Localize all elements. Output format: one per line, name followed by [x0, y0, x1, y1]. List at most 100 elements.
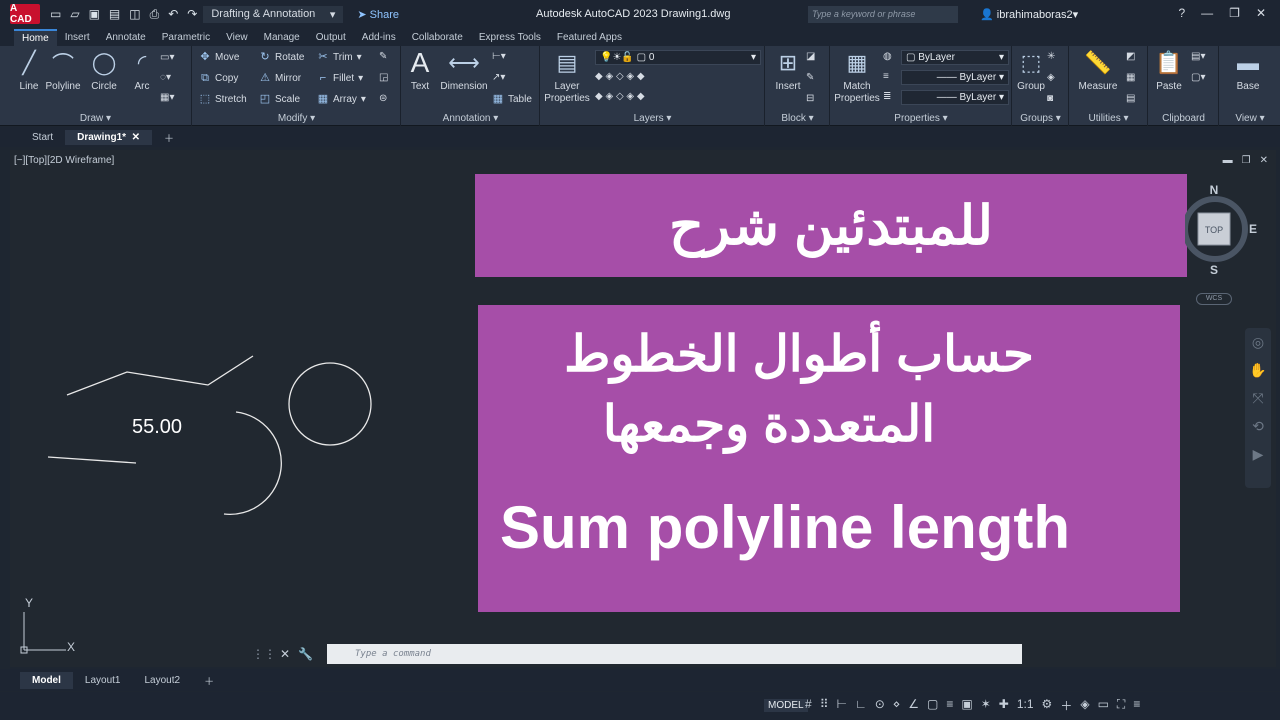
isodraft-icon[interactable]: ⋄ [893, 697, 901, 714]
help-icon[interactable]: ? [1178, 6, 1185, 20]
layer-tools-row-2[interactable]: ◆ ◈ ◇ ◈ ◆ [595, 91, 645, 102]
viewcube[interactable]: TOP N E S [1185, 182, 1260, 277]
dimension-text[interactable]: 55.00 [132, 416, 182, 438]
rectangle-icon[interactable]: ▭▾ [160, 52, 174, 63]
polar-icon[interactable]: ⊙ [875, 697, 885, 714]
redo-icon[interactable]: ↷ [187, 7, 197, 21]
tab-drawing1[interactable]: Drawing1* ✕ [65, 129, 152, 145]
quick-calc-icon[interactable]: ▦ [1126, 72, 1135, 83]
undo-icon[interactable]: ↶ [168, 7, 178, 21]
viewport-minimize-icon[interactable]: ▬ [1223, 155, 1233, 166]
web-save-icon[interactable]: ◫ [129, 7, 140, 21]
clipboard-panel-label[interactable]: Clipboard [1149, 113, 1218, 124]
fullscreen-icon[interactable]: ⛶ [1117, 697, 1125, 714]
erase-icon[interactable]: ✎ [379, 51, 387, 62]
layers-panel-label[interactable]: Layers ▾ [541, 113, 764, 124]
drawing-viewport[interactable]: [−][Top][2D Wireframe] ▬ ❐ ✕ 55.00 Y X ل… [10, 150, 1276, 667]
move-button[interactable]: ✥ Move [199, 51, 239, 63]
edit-block-icon[interactable]: ✎ [806, 72, 814, 83]
view-panel-label[interactable]: View ▾ [1220, 113, 1280, 124]
annotation-plus-icon[interactable]: ＋ [1060, 697, 1072, 714]
infer-icon[interactable]: ⊢ [836, 697, 846, 714]
select-all-icon[interactable]: ◩ [1126, 51, 1135, 62]
minimize-icon[interactable]: — [1201, 6, 1213, 20]
lineweight-dropdown[interactable]: —— ByLayer ▾ [901, 90, 1009, 105]
add-layout-icon[interactable]: ＋ [192, 670, 226, 691]
customization-icon[interactable]: ≡ [1133, 697, 1140, 714]
annotation-monitor-icon[interactable]: ✚ [999, 697, 1009, 714]
workspace-dropdown[interactable]: Drafting & Annotation ▾ [203, 5, 344, 23]
viewport-restore-icon[interactable]: ❐ [1242, 155, 1251, 166]
tab-express-tools[interactable]: Express Tools [471, 30, 549, 45]
transparency-icon[interactable]: ▣ [961, 697, 972, 714]
new-tab-icon[interactable]: ＋ [152, 128, 186, 147]
snap-icon[interactable]: ⠿ [820, 697, 829, 714]
layer-properties-button[interactable]: ▤ Layer Properties [543, 48, 591, 105]
close-tab-icon[interactable]: ✕ [132, 132, 140, 143]
print-icon[interactable]: ⎙ [150, 7, 160, 22]
tab-model[interactable]: Model [20, 671, 73, 689]
create-block-icon[interactable]: ◪ [806, 51, 815, 62]
new-icon[interactable]: ▭ [50, 7, 61, 21]
compass-e[interactable]: E [1249, 222, 1257, 236]
fillet-button[interactable]: ⌐ Fillet ▾ [317, 72, 363, 84]
offset-icon[interactable]: ⊜ [379, 93, 387, 104]
customize-icon[interactable]: 🔧 [298, 647, 313, 661]
linetype-dropdown[interactable]: —— ByLayer ▾ [901, 70, 1009, 85]
tab-output[interactable]: Output [308, 30, 354, 45]
tab-add-ins[interactable]: Add-ins [354, 30, 404, 45]
command-drag-handle[interactable]: ⋮⋮ [252, 647, 276, 661]
paste-button[interactable]: 📋 Paste [1147, 48, 1191, 92]
tab-layout1[interactable]: Layout1 [73, 672, 133, 689]
search-input[interactable]: Type a keyword or phrase [808, 6, 958, 23]
match-properties-button[interactable]: ▦ Match Properties [833, 48, 881, 105]
cut-icon[interactable]: ▤▾ [1191, 51, 1205, 62]
object-snap-tracking-icon[interactable]: ∠ [908, 697, 919, 714]
steering-wheel-icon[interactable]: ◎ [1245, 328, 1271, 356]
object-snap-icon[interactable]: ▢ [927, 697, 938, 714]
isolate-icon[interactable]: ◈ [1080, 697, 1089, 714]
stretch-button[interactable]: ⬚ Stretch [199, 93, 247, 105]
close-command-icon[interactable]: ✕ [280, 647, 290, 661]
hatch-icon[interactable]: ◌▾ [160, 72, 171, 83]
tab-insert[interactable]: Insert [57, 30, 98, 45]
groups-panel-label[interactable]: Groups ▾ [1013, 113, 1068, 124]
group-select-icon[interactable]: ◙ [1047, 93, 1053, 104]
workspace-gear-icon[interactable]: ⚙ [1042, 697, 1053, 714]
mirror-button[interactable]: ⚠ Mirror [259, 72, 301, 84]
tab-collaborate[interactable]: Collaborate [404, 30, 471, 45]
copy-button[interactable]: ⧉ Copy [199, 72, 238, 84]
ungroup-icon[interactable]: ✳ [1047, 51, 1055, 62]
annotation-scale[interactable]: 1:1 [1017, 697, 1034, 714]
multileader-icon[interactable]: ↗▾ [492, 72, 505, 83]
model-space-button[interactable]: MODEL [764, 699, 808, 712]
save-as-icon[interactable]: ▤ [109, 7, 120, 21]
wcs-menu[interactable]: WCS [1196, 293, 1232, 305]
polyline-shape[interactable] [66, 355, 254, 396]
measure-button[interactable]: 📏 Measure [1074, 48, 1122, 92]
utilities-panel-label[interactable]: Utilities ▾ [1070, 113, 1147, 124]
leader-icon[interactable]: ⊢▾ [492, 51, 506, 62]
compass-n[interactable]: N [1210, 183, 1219, 197]
lineweight-icon[interactable]: ≣ [883, 91, 891, 102]
viewport-close-icon[interactable]: ✕ [1260, 155, 1268, 166]
tab-featured-apps[interactable]: Featured Apps [549, 30, 630, 45]
block-attributes-icon[interactable]: ⊟ [806, 93, 814, 104]
text-button[interactable]: A Text [398, 47, 442, 92]
tab-parametric[interactable]: Parametric [154, 30, 218, 45]
polyline-button[interactable]: ⌒ Polyline [41, 48, 85, 92]
color-wheel-icon[interactable]: ◍ [883, 51, 892, 62]
share-button[interactable]: ➤ Share [357, 8, 399, 21]
group-edit-icon[interactable]: ◈ [1047, 72, 1055, 83]
tab-manage[interactable]: Manage [256, 30, 308, 45]
table-button[interactable]: ▦ Table [492, 93, 532, 105]
pan-icon[interactable]: ✋ [1245, 356, 1271, 384]
lineweight-toggle-icon[interactable]: ≡ [946, 697, 953, 714]
user-account[interactable]: 👤 ibrahimaboras2▾ [980, 8, 1078, 21]
circle-shape[interactable] [288, 362, 372, 446]
layer-tools-row-1[interactable]: ◆ ◈ ◇ ◈ ◆ [595, 71, 645, 82]
linetype-icon[interactable]: ≡ [883, 71, 889, 82]
arc-shape[interactable] [223, 411, 283, 516]
layer-dropdown[interactable]: 💡☀🔓 ▢ 0 ▾ [595, 50, 761, 65]
tab-start[interactable]: Start [20, 130, 65, 145]
